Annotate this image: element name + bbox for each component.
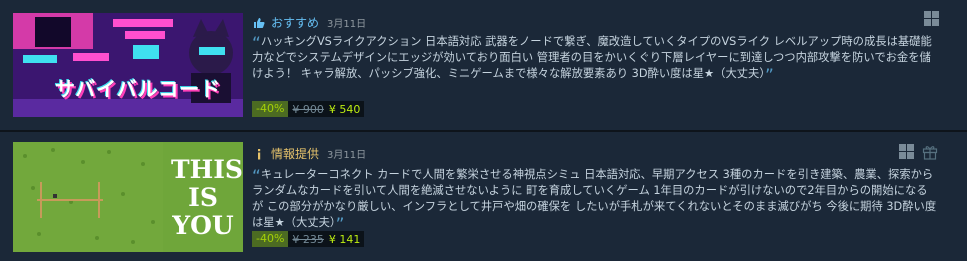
- price-block[interactable]: -40% ¥ 900 ¥ 540: [252, 101, 365, 117]
- review-date: 3月11日: [327, 150, 367, 161]
- review-text: ハッキングVSライクアクション 日本語対応 武器をノードで繋ぎ、魔改造していくタ…: [252, 35, 932, 80]
- game-capsule-image[interactable]: サバイバルコード: [13, 13, 243, 117]
- review-text-block: “キュレーターコネクト カードで人間を繁栄させる神視点シミュ 日本語対応、早期ア…: [252, 167, 937, 234]
- windows-icon: [899, 144, 914, 159]
- final-price: ¥ 141: [328, 232, 361, 246]
- price-block[interactable]: -40% ¥ 235 ¥ 141: [252, 231, 365, 247]
- recommendation-label: おすすめ: [271, 16, 320, 30]
- game-capsule-title: サバイバルコード: [55, 77, 222, 101]
- windows-icon: [924, 11, 939, 26]
- discount-badge: -40%: [252, 101, 289, 117]
- curator-review-item: サバイバルコード おすすめ 3月11日 “ハッキングVSライクアクション 日本語…: [0, 0, 967, 129]
- informational-tag: 情報提供 3月11日: [252, 145, 366, 162]
- review-date: 3月11日: [327, 19, 367, 30]
- info-icon: [252, 147, 265, 160]
- gift-icon[interactable]: [922, 144, 938, 160]
- original-price: ¥ 900: [292, 102, 324, 116]
- final-price: ¥ 540: [328, 102, 361, 116]
- discount-badge: -40%: [252, 231, 289, 247]
- open-quote-icon: “: [252, 167, 261, 187]
- review-text-block: “ハッキングVSライクアクション 日本語対応 武器をノードで繋ぎ、魔改造していく…: [252, 34, 937, 85]
- review-text: キュレーターコネクト カードで人間を繁栄させる神視点シミュ 日本語対応、早期アク…: [252, 168, 937, 229]
- game-capsule-title: THIS IS YOU: [171, 155, 243, 240]
- thumbs-up-icon: [252, 16, 265, 29]
- close-quote-icon: ”: [764, 66, 774, 86]
- row-divider: [0, 130, 967, 132]
- platform-icons: [899, 144, 938, 160]
- curator-review-item: THIS IS YOU 情報提供 3月11日 “キュレーターコネクト カードで人…: [0, 133, 967, 261]
- platform-icons: [924, 11, 939, 26]
- recommendation-tag: おすすめ 3月11日: [252, 14, 366, 31]
- open-quote-icon: “: [252, 34, 261, 54]
- game-capsule-image[interactable]: THIS IS YOU: [13, 142, 243, 252]
- informational-label: 情報提供: [271, 147, 320, 161]
- original-price: ¥ 235: [292, 232, 324, 246]
